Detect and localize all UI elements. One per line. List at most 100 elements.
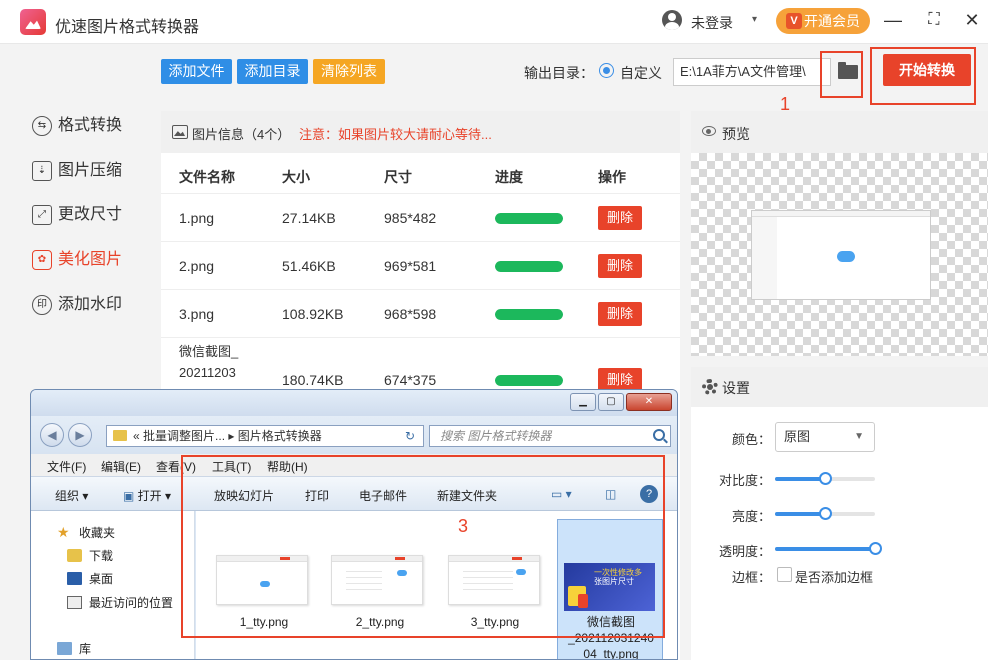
output-path-input[interactable]: E:\1A菲方\A文件管理\: [673, 58, 831, 86]
recent-places-icon: [67, 596, 82, 609]
delete-button[interactable]: 删除: [598, 254, 642, 278]
explorer-nav-pane: ★ 收藏夹 下载 桌面 最近访问的位置 库: [31, 511, 195, 659]
column-header-action: 操作: [598, 169, 626, 185]
desktop-icon: [67, 572, 82, 585]
column-header-progress: 进度: [495, 169, 523, 185]
preview-panel: 预览: [691, 111, 988, 356]
sidebar-item-label: 图片压缩: [58, 162, 123, 179]
annotation-number-3: 3: [458, 516, 469, 536]
tree-item-label: 桌面: [89, 572, 114, 586]
tree-item-downloads[interactable]: 下载: [67, 548, 113, 564]
maximize-button[interactable]: ⛶: [922, 8, 946, 32]
file-dims: 674*375: [384, 372, 437, 388]
resize-icon: ⤢: [32, 205, 52, 225]
menu-file[interactable]: 文件(F): [47, 458, 86, 475]
file-info-title: 图片信息（4个）: [192, 127, 291, 142]
file-dims: 969*581: [384, 258, 437, 274]
file-name: 3.png: [179, 306, 215, 322]
sidebar-item-resize[interactable]: ⤢ 更改尺寸: [32, 203, 122, 227]
sidebar-item-watermark[interactable]: 印 添加水印: [32, 293, 122, 317]
explorer-minimize-button[interactable]: ▁: [570, 393, 596, 411]
table-row: 1.png 27.14KB 985*482 删除: [161, 193, 680, 241]
custom-radio-label[interactable]: 自定义: [620, 63, 662, 83]
progress-bar: [495, 375, 563, 386]
slider-handle[interactable]: [869, 542, 882, 555]
title-bar: 优速图片格式转换器 未登录 ▾ V 开通会员 — ⛶ ✕: [0, 0, 988, 44]
brightness-label: 亮度：: [732, 509, 772, 524]
table-row: 3.png 108.92KB 968*598 删除: [161, 289, 680, 337]
eye-icon: [702, 126, 716, 136]
explorer-maximize-button[interactable]: ▢: [598, 393, 624, 411]
border-label: 边框：: [732, 570, 772, 585]
app-title: 优速图片格式转换器: [55, 19, 200, 36]
close-button[interactable]: ✕: [960, 8, 984, 32]
annotation-box-3: [181, 455, 665, 638]
vip-button[interactable]: V 开通会员: [776, 8, 870, 34]
tree-item-library[interactable]: 库: [57, 641, 91, 657]
explorer-address-row: ◀ ▶ « 批量调整图片... ▸ 图片格式转换器 ↻ 搜索 图片格式转换器: [31, 416, 677, 454]
progress-bar: [495, 213, 563, 224]
contrast-label: 对比度：: [719, 473, 772, 488]
slider-handle[interactable]: [819, 472, 832, 485]
search-icon[interactable]: [653, 429, 665, 441]
file-info-warning: 注意：如果图片较大请耐心等待...: [299, 127, 492, 142]
compress-icon: ⇣: [32, 161, 52, 181]
preview-canvas: [691, 153, 988, 356]
library-icon: [57, 642, 72, 655]
progress-bar: [495, 309, 563, 320]
breadcrumb-item[interactable]: 批量调整图片...: [143, 429, 225, 443]
forward-icon[interactable]: ▶: [68, 423, 92, 447]
preview-header: 预览: [691, 111, 988, 153]
explorer-titlebar: ▁ ▢ ✕: [31, 390, 677, 416]
tree-item-label: 收藏夹: [79, 526, 116, 540]
annotation-box-1: [820, 51, 863, 98]
back-icon[interactable]: ◀: [40, 423, 64, 447]
add-directory-button[interactable]: 添加目录: [237, 59, 308, 84]
add-file-button[interactable]: 添加文件: [161, 59, 232, 84]
format-convert-icon: ⇆: [32, 116, 52, 136]
search-placeholder: 搜索 图片格式转换器: [440, 429, 552, 443]
progress-bar: [495, 261, 563, 272]
output-dir-label: 输出目录：: [524, 65, 594, 81]
refresh-icon[interactable]: ↻: [399, 426, 421, 446]
image-icon: [172, 125, 188, 139]
contrast-slider[interactable]: [775, 472, 875, 485]
tree-item-recent[interactable]: 最近访问的位置: [67, 595, 173, 611]
border-checkbox-label[interactable]: 是否添加边框: [795, 567, 873, 586]
explorer-close-button[interactable]: ✕: [626, 393, 672, 411]
brightness-slider[interactable]: [775, 507, 875, 520]
breadcrumb-item[interactable]: 图片格式转换器: [238, 429, 322, 443]
open-label: 打开 ▾: [137, 489, 172, 503]
color-select[interactable]: 原图 ▼: [775, 422, 875, 452]
delete-button[interactable]: 删除: [598, 206, 642, 230]
border-checkbox[interactable]: [777, 567, 792, 582]
clear-list-button[interactable]: 清除列表: [313, 59, 385, 84]
menu-edit[interactable]: 编辑(E): [101, 458, 141, 475]
open-button[interactable]: ▣ 打开 ▾: [123, 487, 171, 504]
file-size: 51.46KB: [282, 258, 336, 274]
breadcrumb-separator[interactable]: ▸: [228, 429, 234, 443]
explorer-search-input[interactable]: 搜索 图片格式转换器: [429, 425, 671, 447]
organize-button[interactable]: 组织 ▾: [55, 487, 88, 504]
login-link[interactable]: 未登录: [691, 13, 733, 33]
sidebar-item-beautify[interactable]: ✿ 美化图片: [32, 248, 122, 272]
minimize-button[interactable]: —: [881, 8, 905, 32]
sidebar-item-format-convert[interactable]: ⇆ 格式转换: [32, 114, 122, 138]
tree-item-desktop[interactable]: 桌面: [67, 571, 113, 587]
file-dims: 968*598: [384, 306, 437, 322]
delete-button[interactable]: 删除: [598, 302, 642, 326]
gear-icon: [702, 379, 718, 395]
slider-handle[interactable]: [819, 507, 832, 520]
address-bar[interactable]: « 批量调整图片... ▸ 图片格式转换器: [106, 425, 424, 447]
sidebar-item-label: 格式转换: [58, 117, 123, 134]
custom-radio[interactable]: [599, 63, 614, 78]
sidebar-item-compress[interactable]: ⇣ 图片压缩: [32, 159, 122, 183]
column-header-name: 文件名称: [179, 169, 235, 185]
tree-item-label: 库: [79, 642, 92, 656]
tree-item-favorites[interactable]: ★ 收藏夹: [57, 525, 115, 541]
preview-title: 预览: [722, 126, 750, 142]
chevron-down-icon[interactable]: ▾: [752, 14, 757, 25]
beautify-icon: ✿: [32, 250, 52, 270]
user-avatar-icon[interactable]: [662, 10, 682, 30]
opacity-slider[interactable]: [775, 542, 882, 555]
